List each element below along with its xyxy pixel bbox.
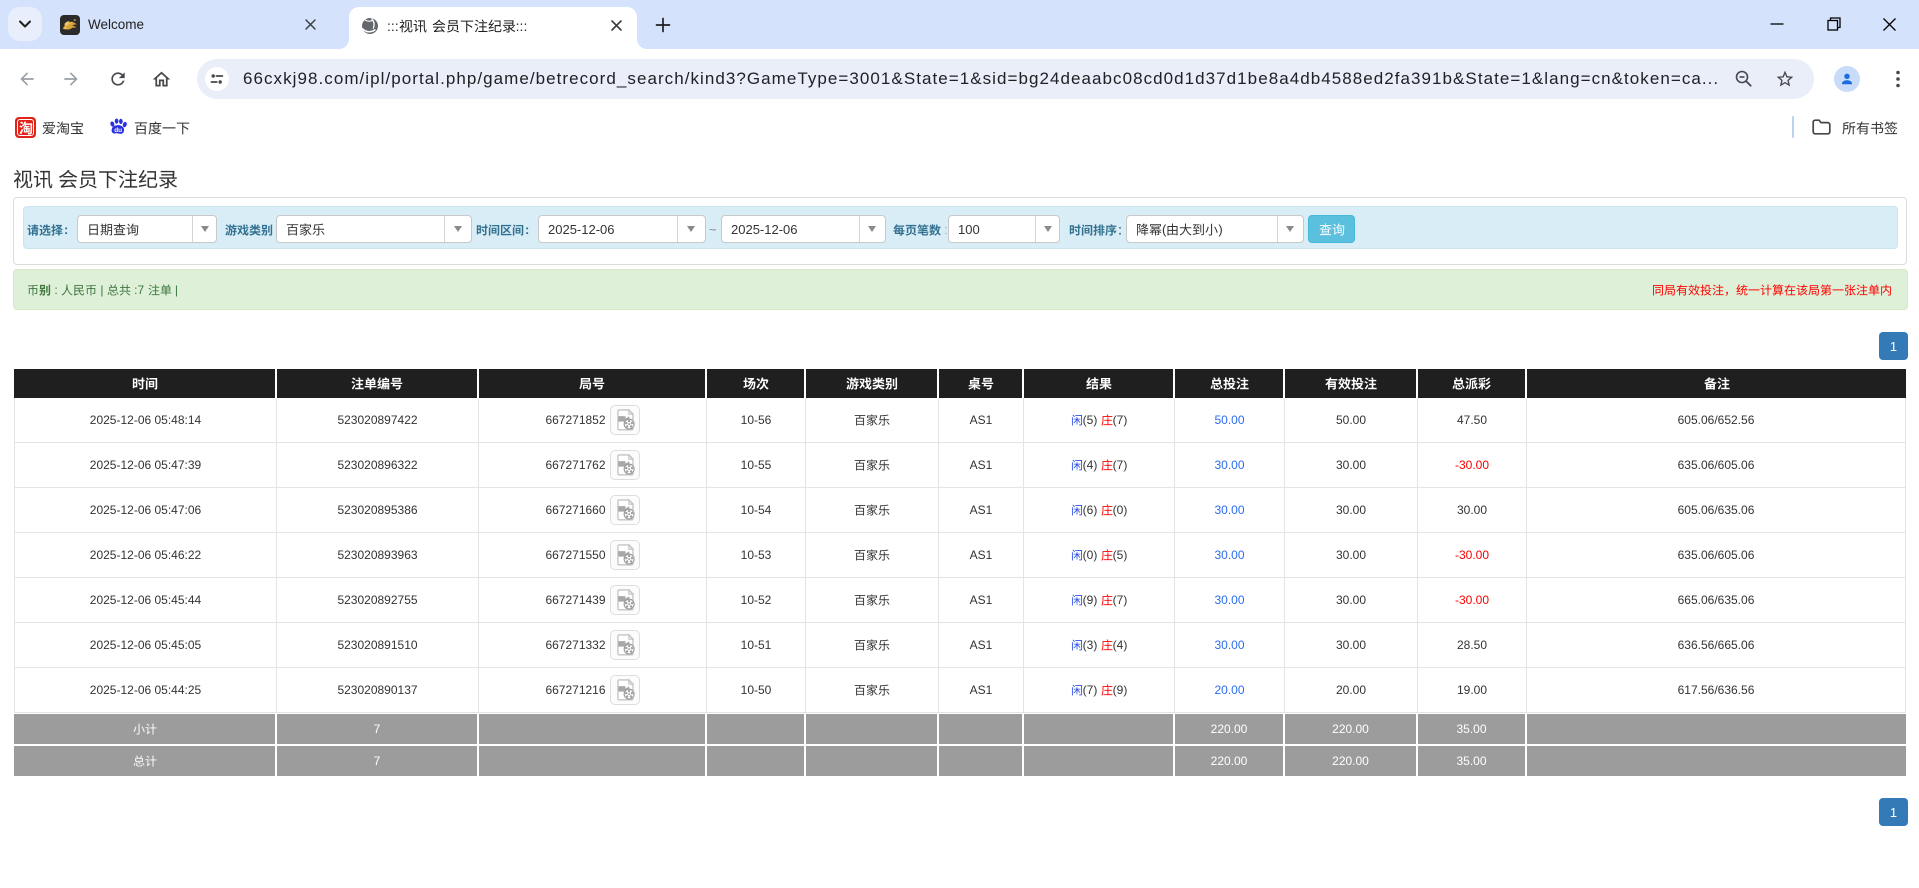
- svg-text:du: du: [114, 127, 122, 134]
